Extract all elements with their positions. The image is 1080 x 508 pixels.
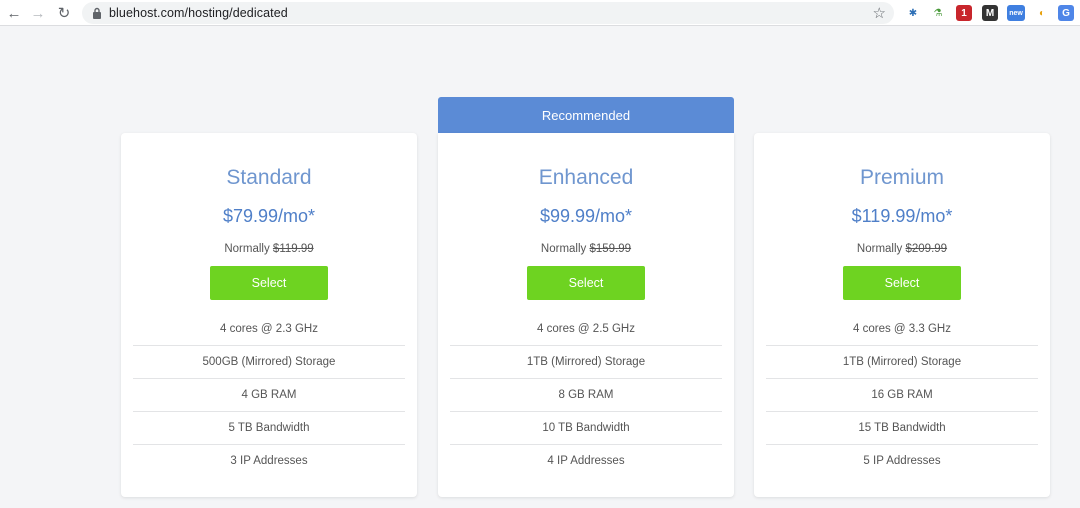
select-standard-button[interactable]: Select: [210, 266, 328, 300]
back-icon[interactable]: ←: [3, 2, 25, 24]
feature-bandwidth: 15 TB Bandwidth: [766, 412, 1038, 445]
recommended-banner: Recommended: [438, 97, 734, 133]
normally-label: Normally: [224, 243, 270, 255]
plan-card-enhanced: Enhanced $99.99/mo* Normally $159.99 Sel…: [438, 133, 734, 497]
ext-flask-icon[interactable]: ⚗: [930, 5, 946, 21]
select-premium-button[interactable]: Select: [843, 266, 961, 300]
ext-m-icon[interactable]: M: [982, 5, 998, 21]
feature-list: 4 cores @ 2.5 GHz 1TB (Mirrored) Storage…: [450, 313, 722, 478]
plan-price: $79.99/mo*: [222, 206, 316, 226]
browser-toolbar: ← → ↻ bluehost.com/hosting/dedicated ☆ ✱…: [0, 0, 1080, 26]
lock-icon: [90, 6, 104, 20]
select-enhanced-button[interactable]: Select: [527, 266, 645, 300]
normally-label: Normally: [540, 243, 587, 255]
page-content: Recommended Standard $79.99/mo* Normally…: [0, 27, 1080, 508]
old-price: $159.99: [589, 243, 632, 255]
ext-translate-icon[interactable]: G: [1058, 5, 1074, 21]
feature-ram: 8 GB RAM: [450, 379, 722, 412]
plan-price: $119.99/mo*: [851, 206, 953, 226]
plan-normal-price: Normally $119.99: [121, 243, 417, 255]
normally-label: Normally: [856, 243, 903, 255]
feature-list: 4 cores @ 3.3 GHz 1TB (Mirrored) Storage…: [766, 313, 1038, 478]
feature-ip: 3 IP Addresses: [230, 455, 308, 467]
feature-ip: 5 IP Addresses: [863, 455, 941, 467]
plan-name: Standard: [226, 166, 312, 189]
plan-card-standard: Standard $79.99/mo* Normally $119.99 Sel…: [121, 133, 417, 497]
old-price: $119.99: [272, 243, 314, 255]
address-bar[interactable]: bluehost.com/hosting/dedicated ☆: [82, 2, 894, 24]
feature-cpu: 4 cores @ 3.3 GHz: [766, 313, 1038, 346]
feature-cpu: 4 cores @ 2.3 GHz: [133, 313, 405, 346]
old-price: $209.99: [905, 243, 948, 255]
url-text: bluehost.com/hosting/dedicated: [109, 6, 288, 20]
feature-bandwidth: 10 TB Bandwidth: [450, 412, 722, 445]
reload-icon[interactable]: ↻: [53, 2, 75, 24]
feature-storage: 1TB (Mirrored) Storage: [766, 346, 1038, 379]
feature-ram: 16 GB RAM: [766, 379, 1038, 412]
feature-bandwidth: 5 TB Bandwidth: [133, 412, 405, 445]
forward-icon[interactable]: →: [27, 2, 49, 24]
plan-card-premium: Premium $119.99/mo* Normally $209.99 Sel…: [754, 133, 1050, 497]
feature-storage: 1TB (Mirrored) Storage: [450, 346, 722, 379]
feature-cpu: 4 cores @ 2.5 GHz: [450, 313, 722, 346]
plan-name: Enhanced: [538, 166, 634, 189]
ext-new-badge-icon[interactable]: new: [1007, 5, 1025, 21]
plan-normal-price: Normally $209.99: [754, 243, 1050, 255]
feature-ip: 4 IP Addresses: [547, 455, 625, 467]
ext-bird-icon[interactable]: ◐: [1034, 5, 1050, 21]
feature-ram: 4 GB RAM: [133, 379, 405, 412]
plan-name: Premium: [859, 166, 944, 189]
bookmark-star-icon[interactable]: ☆: [873, 4, 886, 22]
ext-red-badge-icon[interactable]: 1: [956, 5, 972, 21]
feature-list: 4 cores @ 2.3 GHz 500GB (Mirrored) Stora…: [133, 313, 405, 478]
plan-price: $99.99/mo*: [539, 206, 633, 226]
ext-blue-icon[interactable]: ✱: [905, 5, 921, 21]
plan-normal-price: Normally $159.99: [438, 243, 734, 255]
feature-storage: 500GB (Mirrored) Storage: [133, 346, 405, 379]
